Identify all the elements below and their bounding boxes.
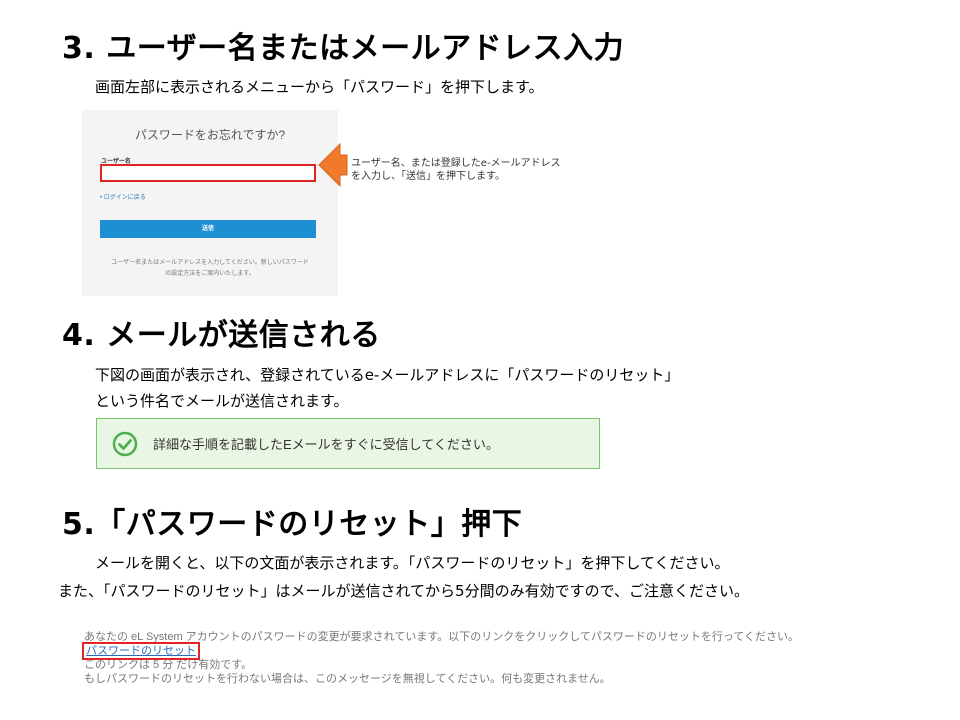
callout-text: ユーザー名、または登録したe-メールアドレス を入力し、「送信」を押下します。 [351, 158, 561, 182]
back-to-login-link[interactable]: • ログインに戻る [100, 192, 146, 201]
email-line-2: このリンクは 5 分 だけ有効です。 [84, 659, 253, 671]
section-5-text-2: また、「パスワードのリセット」はメールが送信されてから5分間のみ有効ですので、ご… [58, 582, 749, 600]
check-circle-icon [112, 431, 138, 457]
alert-message: 詳細な手順を記載したEメールをすぐに受信してください。 [153, 437, 499, 452]
password-reset-link[interactable]: パスワードのリセット [82, 642, 200, 660]
success-alert: 詳細な手順を記載したEメールをすぐに受信してください。 [96, 418, 600, 469]
email-line-3: もしパスワードのリセットを行わない場合は、このメッセージを無視してください。何も… [84, 673, 611, 685]
section-4-text-2: という件名でメールが送信されます。 [95, 392, 349, 410]
section-5-heading: 5.「パスワードのリセット」押下 [62, 507, 523, 542]
section-3-text: 画面左部に表示されるメニューから「パスワード」を押下します。 [95, 78, 544, 96]
submit-button[interactable]: 送信 [100, 220, 316, 238]
section-3-heading: 3. ユーザー名またはメールアドレス入力 [62, 31, 625, 66]
section-4-heading: 4. メールが送信される [62, 318, 381, 353]
password-reset-form: パスワードをお忘れですか? ユーザー名 • ログインに戻る 送信 ユーザー名また… [82, 110, 338, 296]
form-note: ユーザー名またはメールアドレスを入力してください。新しいパスワード の設定方法を… [111, 260, 309, 277]
email-body: あなたの eL System アカウントのパスワードの変更が要求されています。以… [82, 630, 800, 686]
form-title: パスワードをお忘れですか? [134, 128, 286, 142]
callout-arrow-icon [318, 143, 348, 187]
section-5-text-1: メールを開くと、以下の文面が表示されます。「パスワードのリセット」を押下してくだ… [95, 554, 730, 572]
section-4-text-1: 下図の画面が表示され、登録されているe-メールアドレスに「パスワードのリセット」 [95, 366, 680, 384]
username-input[interactable] [100, 164, 316, 182]
email-line-1: あなたの eL System アカウントのパスワードの変更が要求されています。以… [84, 631, 800, 643]
